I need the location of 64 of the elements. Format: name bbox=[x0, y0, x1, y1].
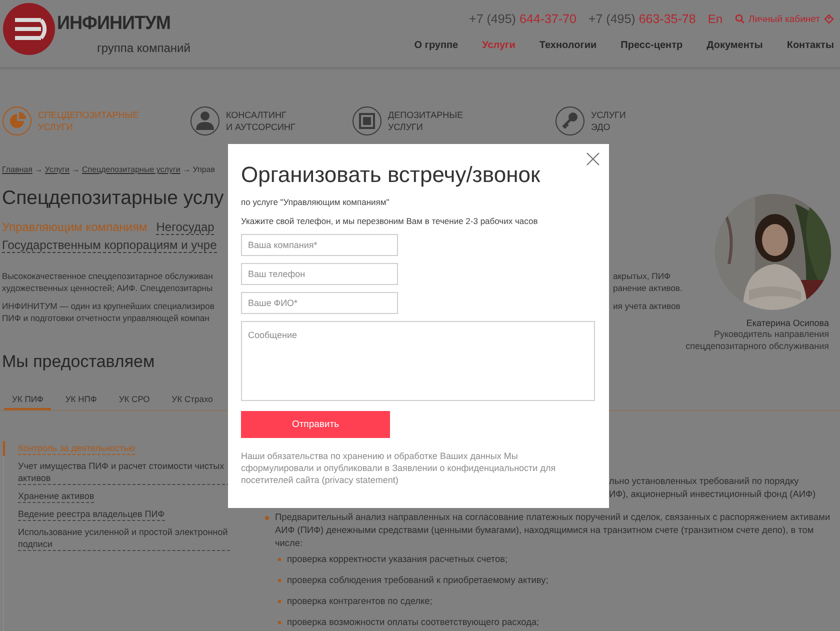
bullet-icon bbox=[265, 516, 269, 520]
phone-number[interactable]: +7 (495) 644-37-70 bbox=[469, 12, 576, 26]
text-line: льно установленных требований по порядку bbox=[609, 475, 800, 488]
audience-link[interactable]: Негосудар bbox=[156, 220, 214, 235]
input-field[interactable]: Ваше ФИО* bbox=[241, 292, 398, 314]
modal-hint: Укажите свой телефон, и мы перезвоним Вам в течение 2-3 рабочих часов bbox=[241, 216, 539, 226]
input-field[interactable]: Ваша компания* bbox=[241, 234, 398, 256]
breadcrumb-link[interactable]: Управ bbox=[192, 165, 215, 174]
paragraph-line: художественных ценностей; АИФ. Спецдепозитарны bbox=[2, 283, 213, 293]
menu-link[interactable]: Использование усиленной и простой электронной подписи bbox=[18, 526, 230, 551]
privacy-note: Наши обязательства по хранению и обработке Ваших данных Мы сформулировали и опубликовали в Заявлении о конфиденциальности для посетителей сайта (privacy statement) bbox=[241, 450, 557, 486]
phone-number[interactable]: +7 (495) 663-35-78 bbox=[588, 12, 696, 26]
tag-icon bbox=[824, 14, 834, 24]
text-line: ИФ), акционерный инвестиционный фонд (АИФ) bbox=[609, 488, 816, 501]
bullet-text: проверка контрагентов по сделке; bbox=[287, 595, 432, 608]
nav-link[interactable]: Контакты bbox=[786, 40, 834, 51]
menu-link[interactable]: Ведение реестра владельцев ПИФ bbox=[18, 508, 165, 521]
service-name: по услуге "Управляющим компаниям" bbox=[241, 197, 390, 207]
person-role: Руководитель направления спецдепозитарного обслуживания bbox=[686, 328, 829, 352]
person-name: Екатерина Осипова bbox=[746, 318, 829, 328]
logo-icon bbox=[3, 3, 55, 55]
service-link[interactable]: ДЕПОЗИТАРНЫЕ УСЛУГИ bbox=[388, 109, 464, 133]
breadcrumb-separator: → bbox=[182, 165, 192, 174]
breadcrumb-link[interactable]: Услуги bbox=[44, 165, 70, 174]
breadcrumb-link[interactable]: Главная bbox=[2, 165, 32, 174]
bullet-text: проверка соблюдения требований к приобретаемому активу; bbox=[287, 574, 548, 587]
tab[interactable]: УК СРО bbox=[110, 391, 158, 406]
bullet-icon bbox=[278, 558, 281, 561]
service-link[interactable]: УСЛУГИ ЭДО bbox=[591, 109, 626, 133]
breadcrumb-link[interactable]: Спецдепозитарные услуги bbox=[82, 165, 180, 174]
page-title: Спецдепозитарные услу bbox=[2, 187, 224, 210]
logo-tagline: группа компаний bbox=[97, 41, 190, 55]
bullet-icon bbox=[278, 621, 281, 624]
paragraph-line: Высококачественное спецдепозитарное обслуживан bbox=[2, 271, 213, 281]
bullet-text: проверка корректности указания расчетных счетов; bbox=[287, 553, 508, 566]
tab[interactable]: УК Страхо bbox=[164, 391, 221, 406]
modal-title: Организовать встречу/звонок bbox=[241, 162, 542, 188]
close-icon[interactable] bbox=[586, 152, 600, 166]
section-title: Мы предоставляем bbox=[2, 352, 156, 372]
bullet-text: Предварительный анализ направленных на согласование платежных поручений и сделок, связанных с распоряжением активами АИФ (ПИФ) денежными средствами (ценными бумагами), находящимися на транзитном счете (транзитном счете депо), в том числе: bbox=[275, 511, 832, 550]
paragraph-line: ия учета активов bbox=[613, 300, 680, 312]
audience-link[interactable]: Государственным корпорациям и учре bbox=[2, 238, 217, 253]
paragraph-line: ПИФ и подготовки отчетности управляющей компан bbox=[2, 313, 210, 323]
search-icon bbox=[734, 14, 745, 24]
bullet-icon bbox=[278, 579, 281, 582]
logo-name[interactable]: ИНФИНИТУМ bbox=[57, 13, 170, 35]
input-field[interactable]: Ваш телефон bbox=[241, 263, 398, 285]
tab[interactable]: УК ПИФ bbox=[4, 391, 52, 410]
breadcrumb-separator: → bbox=[70, 165, 81, 174]
paragraph-line: ранение активов. bbox=[613, 282, 682, 294]
tab[interactable]: УК НПФ bbox=[57, 391, 105, 406]
nav-link[interactable]: Технологии bbox=[539, 40, 597, 51]
bullet-icon bbox=[278, 600, 281, 603]
nav-link[interactable]: Пресс-центр bbox=[620, 40, 683, 51]
nav-link[interactable]: О группе bbox=[414, 40, 458, 51]
paragraph-line: акрытых, ПИФ bbox=[613, 270, 671, 282]
paragraph-line: ИНФИНИТУМ — один из крупнейших специализиров bbox=[2, 301, 214, 311]
nav-link[interactable]: Документы bbox=[706, 40, 763, 51]
message-field[interactable]: Сообщение bbox=[241, 321, 595, 401]
service-link[interactable]: КОНСАЛТИНГ И АУТСОРСИНГ bbox=[226, 109, 296, 133]
menu-link[interactable]: Хранение активов bbox=[18, 490, 94, 503]
breadcrumb-separator: → bbox=[34, 165, 44, 174]
submit-button[interactable]: Отправить bbox=[241, 411, 390, 438]
bullet-text: проверка возможности оплаты соответствующего расхода; bbox=[287, 616, 540, 629]
